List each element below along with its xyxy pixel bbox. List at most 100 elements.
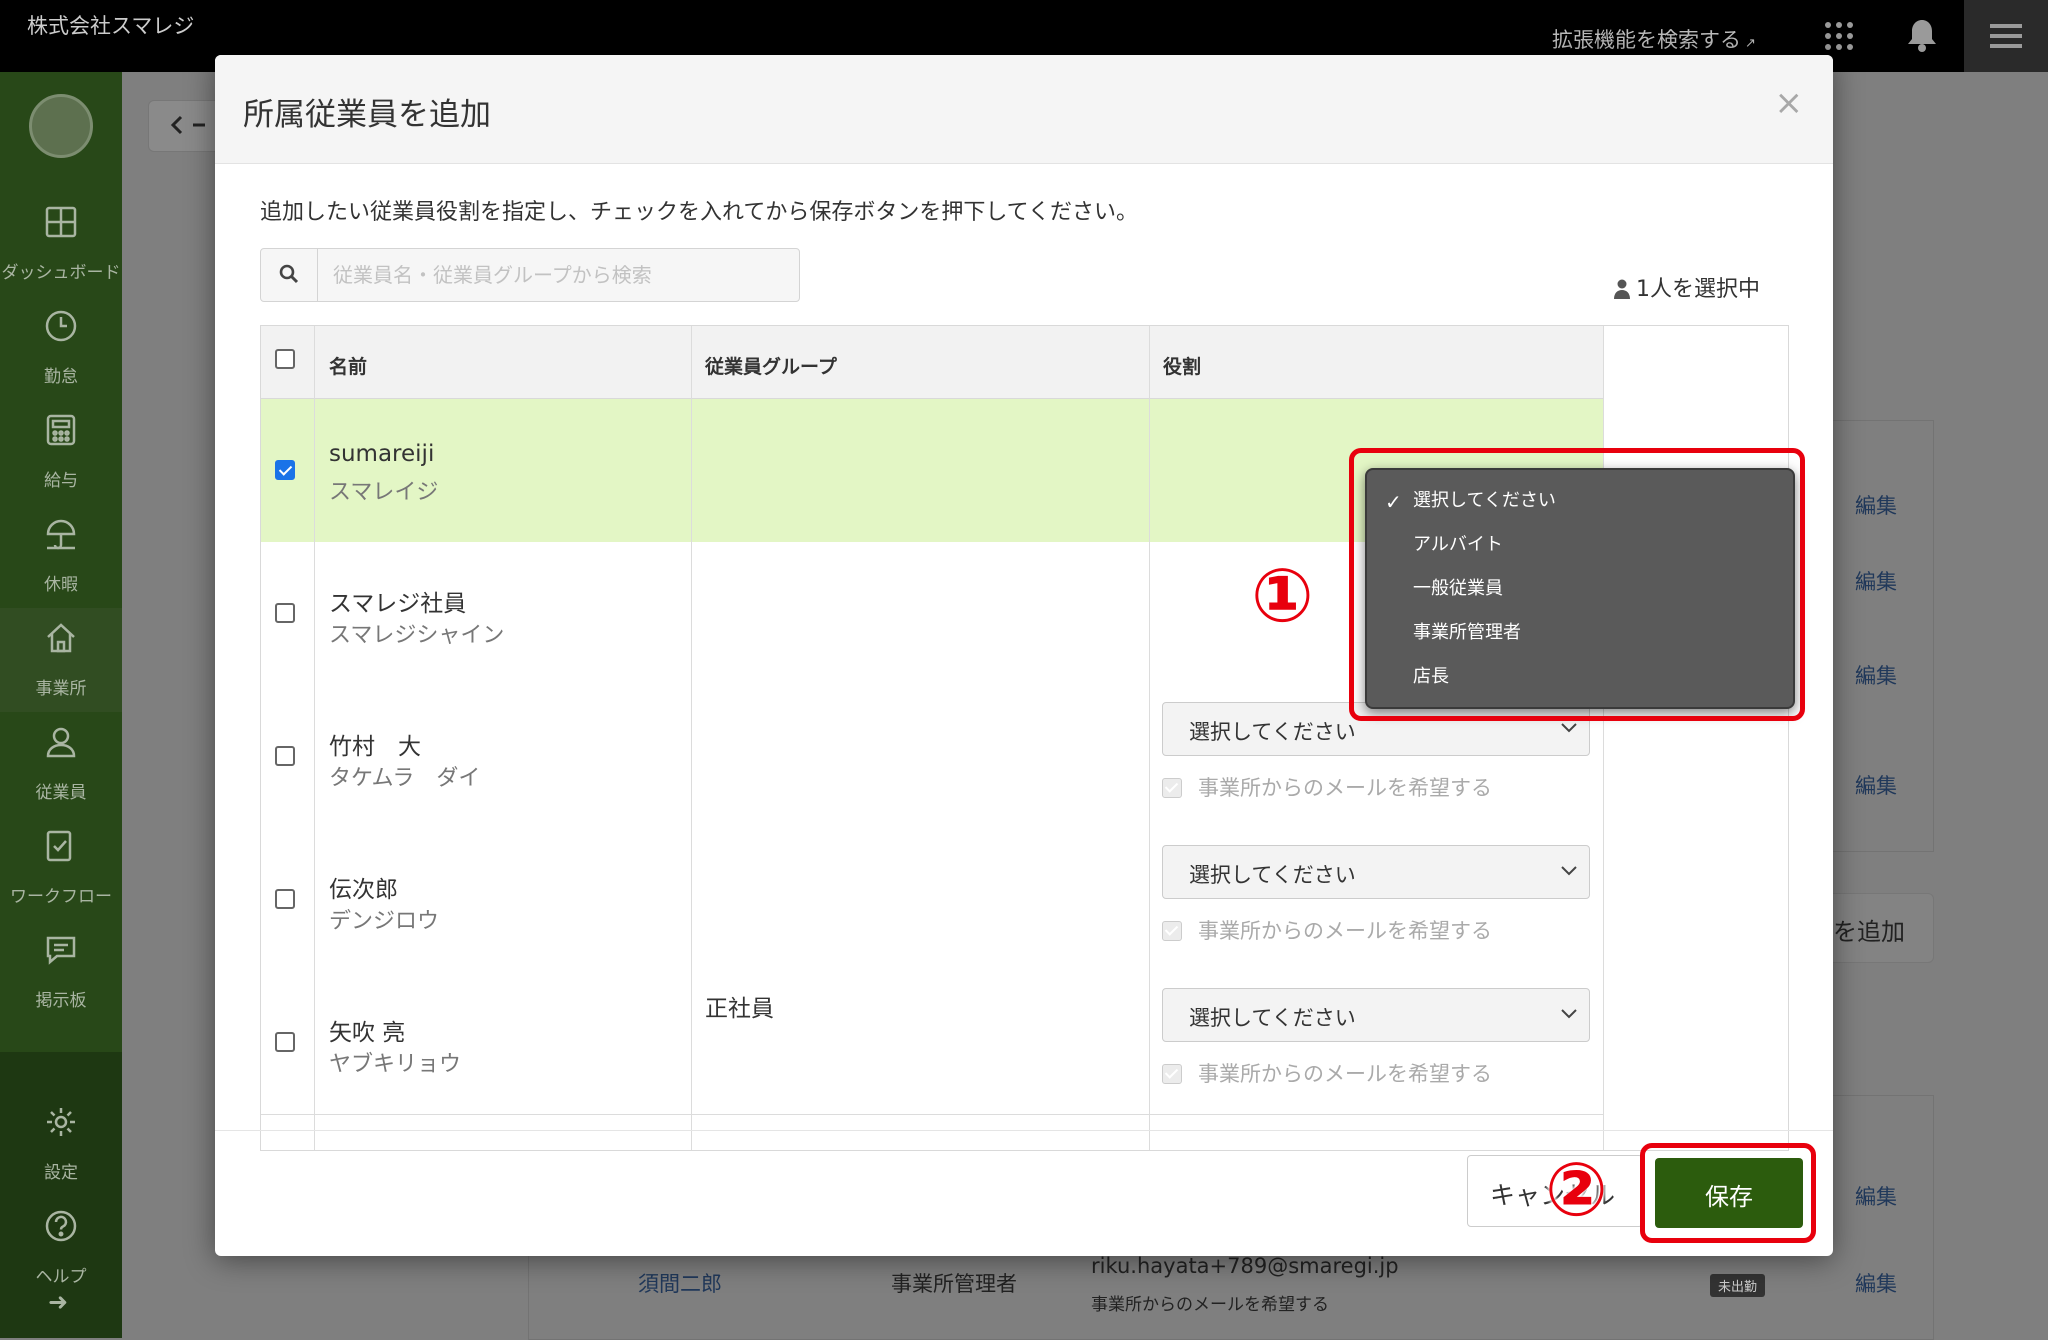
search-input[interactable]	[318, 249, 796, 301]
column-divider	[1149, 326, 1150, 1150]
checkbox-icon	[1162, 921, 1182, 941]
sidebar-item-label: ダッシュボード	[1, 263, 121, 283]
role-select-value: 選択してください	[1189, 1006, 1356, 1030]
sidebar-item-settings[interactable]: 設定	[0, 1092, 122, 1196]
sidebar-item-label: 勤怠	[44, 367, 78, 387]
row-checkbox[interactable]	[275, 746, 295, 766]
sidebar-item-payroll[interactable]: 給与	[0, 400, 122, 504]
column-divider	[691, 326, 692, 1150]
highlight-box-dropdown	[1349, 448, 1805, 721]
employee-group: 正社員	[705, 996, 774, 1022]
table-row: 矢吹 亮 ヤブキリョウ 正社員 選択してください 事業所からのメールを希望する	[261, 971, 1603, 1115]
employee-name: 伝次郎	[329, 877, 398, 903]
employee-name-link[interactable]: 須間二郎	[638, 1268, 722, 1298]
bell-icon[interactable]	[1907, 18, 1937, 52]
calculator-icon	[46, 414, 76, 446]
sidebar-item-label: 掲示板	[35, 991, 87, 1011]
extension-search-label: 拡張機能を検索する	[1552, 28, 1741, 52]
search-box	[260, 248, 800, 302]
edit-link[interactable]: 編集	[1855, 1181, 1897, 1211]
workflow-icon	[46, 830, 72, 862]
row-checkbox[interactable]	[275, 1032, 295, 1052]
select-all-checkbox[interactable]	[275, 349, 295, 369]
search-icon	[279, 264, 299, 284]
sidebar-item-label: ヘルプ	[35, 1267, 87, 1287]
annotation-step-1: ①	[1251, 553, 1314, 639]
table-header: 名前 従業員グループ 役割	[261, 326, 1603, 399]
chevron-left-icon	[170, 115, 205, 135]
employee-kana: デンジロウ	[329, 909, 440, 934]
employee-role: 事業所管理者	[891, 1272, 1017, 1296]
checkbox-icon	[1162, 1064, 1182, 1084]
hamburger-icon	[1990, 24, 2022, 48]
table-row: 伝次郎 デンジロウ 選択してください 事業所からのメールを希望する	[261, 828, 1603, 972]
sidebar-item-attendance[interactable]: 勤怠	[0, 296, 122, 400]
employee-name: 矢吹 亮	[329, 1020, 406, 1046]
edit-link[interactable]: 編集	[1855, 490, 1897, 520]
sidebar-item-vacation[interactable]: 休暇	[0, 504, 122, 608]
edit-link[interactable]: 編集	[1855, 566, 1897, 596]
highlight-box-save	[1640, 1143, 1816, 1243]
role-select[interactable]: 選択してください	[1162, 988, 1590, 1042]
edit-link[interactable]: 編集	[1855, 660, 1897, 690]
umbrella-icon	[46, 519, 76, 550]
role-select-value: 選択してください	[1189, 863, 1356, 887]
back-button[interactable]	[148, 100, 224, 152]
checkbox-icon	[1162, 778, 1182, 798]
modal-header: 所属従業員を追加 ×	[215, 55, 1833, 164]
employee-name: スマレジ社員	[329, 591, 467, 617]
mail-preference-checkbox[interactable]: 事業所からのメールを希望する	[1162, 772, 1492, 802]
sidebar-item-label: 休暇	[44, 575, 78, 595]
employee-kana: スマレイジ	[329, 480, 439, 505]
sidebar-item-label: ワークフロー	[10, 887, 112, 907]
instruction-text: 追加したい従業員役割を指定し、チェックを入れてから保存ボタンを押下してください。	[260, 200, 1139, 225]
employee-kana: タケムラ ダイ	[329, 766, 481, 791]
edit-link[interactable]: 編集	[1855, 770, 1897, 800]
board-icon	[46, 936, 76, 965]
search-button[interactable]	[261, 249, 318, 301]
sidebar-item-label: 事業所	[35, 679, 87, 699]
sidebar-item-office[interactable]: 事業所	[0, 608, 122, 712]
row-checkbox[interactable]	[275, 889, 295, 909]
sidebar-item-workflow[interactable]: ワークフロー	[0, 816, 122, 920]
hamburger-menu-button[interactable]	[1964, 0, 2048, 72]
add-employee-label: を追加	[1833, 918, 1905, 946]
column-divider	[314, 326, 315, 1150]
employee-mail-note: 事業所からのメールを希望する	[1091, 1295, 1329, 1315]
edit-link[interactable]: 編集	[1855, 1268, 1897, 1298]
status-badge: 未出勤	[1710, 1274, 1766, 1297]
extension-search-link[interactable]: 拡張機能を検索する ↗	[1552, 24, 1756, 54]
add-employee-modal: 所属従業員を追加 × 追加したい従業員役割を指定し、チェックを入れてから保存ボタ…	[215, 55, 1833, 1256]
annotation-step-2: ②	[1545, 1147, 1608, 1233]
clock-icon	[45, 310, 77, 342]
selected-count: 1人を選択中	[1614, 271, 1760, 303]
close-icon[interactable]: ×	[1775, 83, 1804, 123]
gear-icon	[47, 1108, 75, 1136]
home-icon	[47, 623, 75, 653]
expand-arrow-icon[interactable]: ➜	[48, 1288, 68, 1316]
employee-name: sumareiji	[329, 441, 435, 467]
mail-preference-checkbox[interactable]: 事業所からのメールを希望する	[1162, 915, 1492, 945]
mail-preference-label: 事業所からのメールを希望する	[1198, 1062, 1492, 1086]
sidebar-item-board[interactable]: 掲示板	[0, 920, 122, 1024]
avatar[interactable]	[29, 94, 93, 158]
sidebar-item-employees[interactable]: 従業員	[0, 712, 122, 816]
mail-preference-checkbox[interactable]: 事業所からのメールを希望する	[1162, 1058, 1492, 1088]
role-select[interactable]: 選択してください	[1162, 845, 1590, 899]
employee-email: riku.hayata+789@smaregi.jp	[1091, 1254, 1399, 1278]
help-icon	[45, 1210, 77, 1242]
column-header-name: 名前	[329, 356, 368, 378]
sidebar-item-label: 設定	[44, 1163, 78, 1183]
sidebar: ダッシュボード 勤怠 給与 休暇 事業所 従業員 ワークフロー 掲示板 設定 ヘ…	[0, 72, 122, 1338]
grid-icon[interactable]	[1824, 21, 1854, 51]
sidebar-item-dashboard[interactable]: ダッシュボード	[0, 192, 122, 296]
external-link-icon: ↗	[1745, 36, 1756, 51]
row-checkbox[interactable]	[275, 603, 295, 623]
sidebar-item-help[interactable]: ヘルプ	[0, 1196, 122, 1300]
chevron-down-icon	[1561, 1009, 1577, 1019]
employee-kana: ヤブキリョウ	[329, 1052, 462, 1077]
row-checkbox[interactable]	[275, 460, 295, 480]
role-select-value: 選択してください	[1189, 720, 1356, 744]
person-icon	[1614, 279, 1630, 299]
selected-count-label: 1人を選択中	[1636, 277, 1760, 302]
